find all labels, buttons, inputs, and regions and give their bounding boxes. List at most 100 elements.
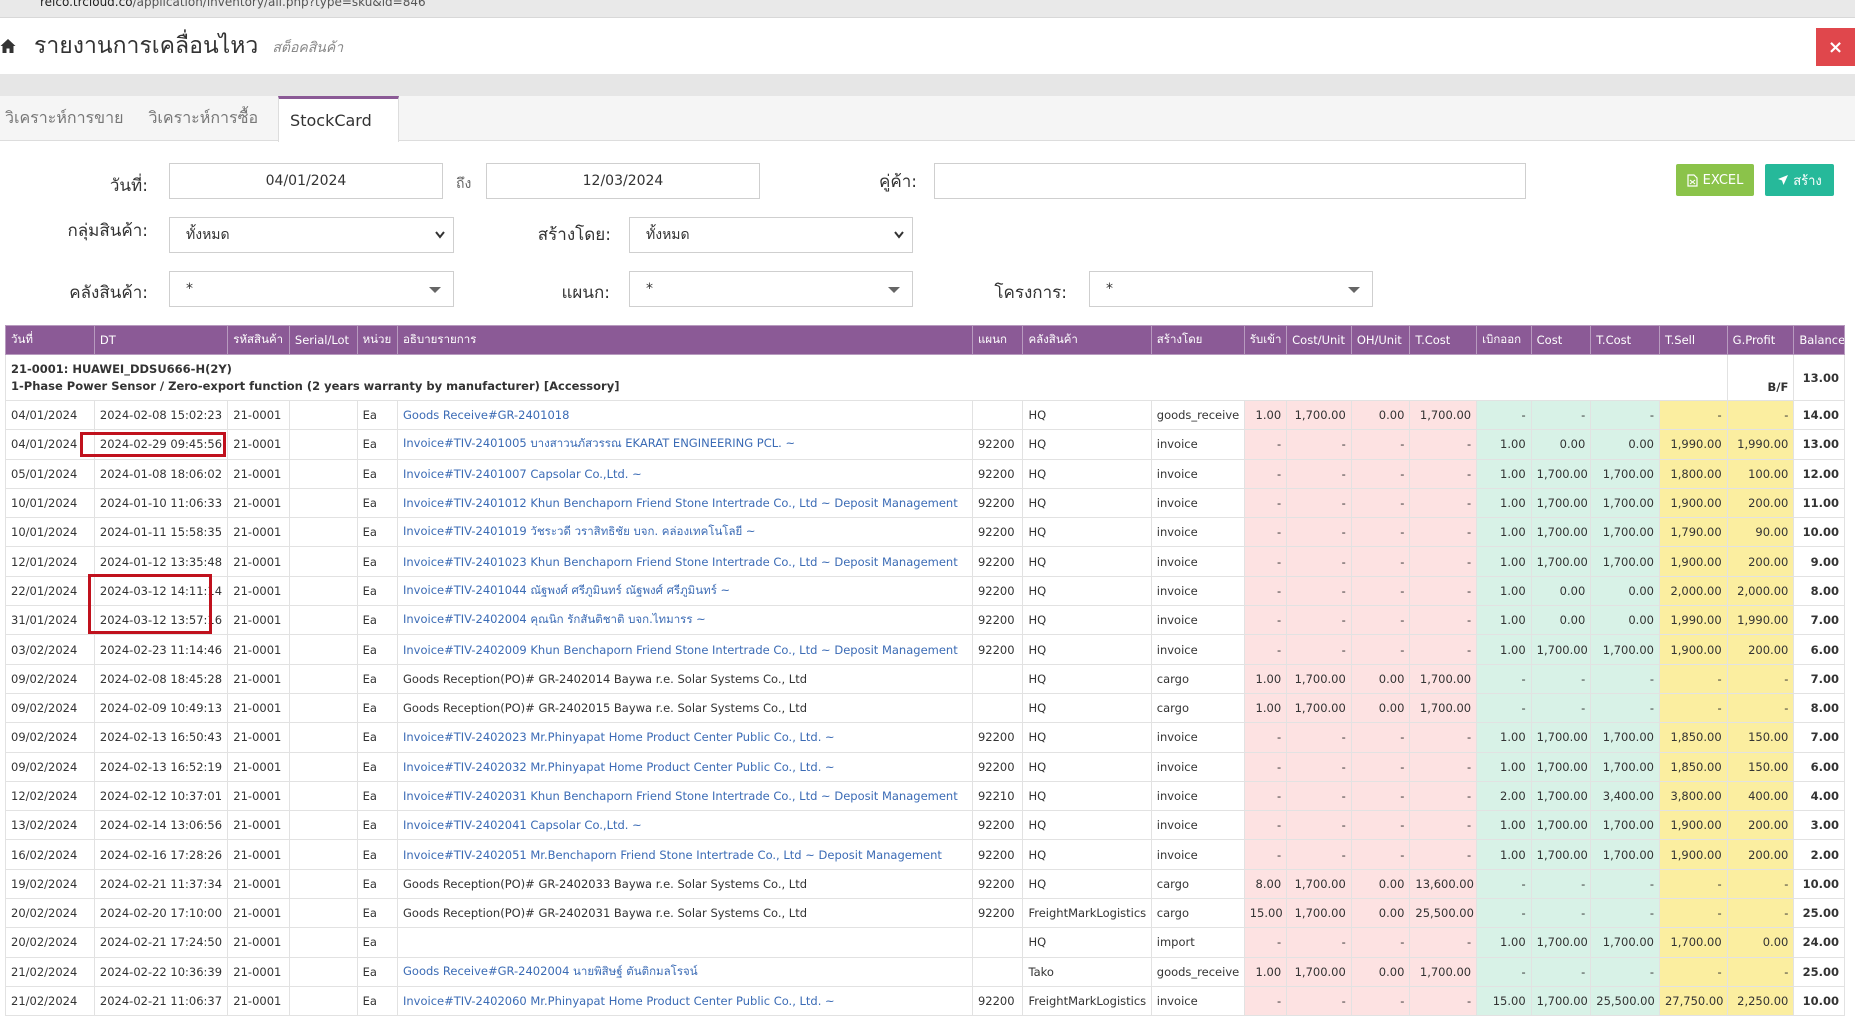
column-header[interactable]: Balance <box>1793 325 1845 355</box>
cell-serial <box>288 575 358 607</box>
cell-oh-unit: 0.00 <box>1350 868 1411 900</box>
cell-dt: 2024-01-12 13:35:48 <box>93 546 229 577</box>
tab-stockcard[interactable]: StockCard <box>278 96 399 142</box>
cell-qty-out: 1.00 <box>1476 517 1532 548</box>
close-button[interactable]: × <box>1816 28 1855 66</box>
date-from-input[interactable]: 04/01/2024 <box>169 163 443 199</box>
cell-g-profit: 200.00 <box>1726 546 1795 577</box>
document-link[interactable]: Invoice#TIV-2402051 Mr.Benchaporn Friend… <box>403 848 942 862</box>
warehouse-label: คลังสินค้า: <box>69 283 148 303</box>
document-link[interactable]: Invoice#TIV-2401019 วัชระวดี วราสิทธิชัย… <box>403 524 756 538</box>
document-link[interactable]: Invoice#TIV-2402041 Capsolar Co.,Ltd. ~ <box>403 818 642 832</box>
cell-t-cost-out: 1,700.00 <box>1590 839 1660 870</box>
cell-t-cost-in: - <box>1409 517 1478 548</box>
column-header[interactable]: วันที่ <box>5 325 95 355</box>
document-link[interactable]: Invoice#TIV-2402060 Mr.Phinyapat Home Pr… <box>403 994 835 1008</box>
table-row: 10/01/2024 2024-01-10 11:06:33 21-0001 Ea In… <box>5 487 1845 519</box>
cell-t-cost-out: 1,700.00 <box>1590 927 1660 958</box>
document-link[interactable]: Goods Receive#GR-2402004 นายพิสิษฐ์ ตันต… <box>403 964 698 978</box>
cell-cost-unit: - <box>1286 605 1352 636</box>
cell-cost-out: 1,700.00 <box>1530 751 1592 782</box>
department-select[interactable]: * <box>629 271 913 307</box>
tab-purchase-analysis[interactable]: วิเคราะห์การซื้อ <box>143 96 278 141</box>
column-header[interactable]: เบิกออก <box>1476 325 1532 355</box>
browser-url-bar[interactable]: reico.trcloud.co/application/inventory/a… <box>0 0 1855 18</box>
excel-button[interactable]: EXCEL <box>1676 164 1754 196</box>
cell-cost-unit: 1,700.00 <box>1286 898 1352 929</box>
cell-cost-out: 0.00 <box>1530 429 1592 460</box>
cell-cost-out: - <box>1530 868 1592 900</box>
cell-sku: 21-0001 <box>227 429 290 460</box>
cell-t-cost-in: 13,600.00 <box>1409 868 1478 900</box>
created-by-select[interactable]: ทั้งหมด <box>629 217 913 253</box>
cell-qty-out: - <box>1476 956 1532 987</box>
document-link[interactable]: Goods Receive#GR-2401018 <box>403 408 569 422</box>
column-header[interactable]: T.Sell <box>1658 325 1728 355</box>
product-group-cell: 21-0001: HUAWEI_DDSU666-H(2Y) 1-Phase Po… <box>5 354 1728 401</box>
column-header[interactable]: หน่วย <box>356 325 399 355</box>
column-header[interactable]: T.Cost <box>1590 325 1660 355</box>
cell-cost-unit: - <box>1286 985 1352 1016</box>
cell-t-cost-in: - <box>1409 575 1478 607</box>
cell-qty-out: 1.00 <box>1476 722 1532 753</box>
column-header[interactable]: T.Cost <box>1409 325 1478 355</box>
home-icon[interactable] <box>0 38 16 54</box>
column-header[interactable]: คลังสินค้า <box>1022 325 1152 355</box>
cell-created-by: cargo <box>1150 898 1245 929</box>
document-link[interactable]: Invoice#TIV-2402009 Khun Benchaporn Frie… <box>403 643 958 657</box>
column-header[interactable]: รหัสสินค้า <box>227 325 290 355</box>
cell-g-profit: 2,000.00 <box>1726 575 1795 607</box>
column-header[interactable]: รับเข้า <box>1243 325 1288 355</box>
column-header[interactable]: G.Profit <box>1726 325 1795 355</box>
document-link[interactable]: Invoice#TIV-2402004 คุณนิก รักสันติชาติ … <box>403 612 706 626</box>
document-link[interactable]: Invoice#TIV-2401012 Khun Benchaporn Frie… <box>403 496 958 510</box>
document-link[interactable]: Invoice#TIV-2402031 Khun Benchaporn Frie… <box>403 789 958 803</box>
cell-serial <box>288 927 358 958</box>
create-button[interactable]: สร้าง <box>1765 164 1834 196</box>
cell-unit: Ea <box>356 927 399 958</box>
cell-sku: 21-0001 <box>227 575 290 607</box>
cell-unit: Ea <box>356 985 399 1016</box>
cell-dt: 2024-03-12 14:11:14 <box>93 575 229 607</box>
document-link[interactable]: Invoice#TIV-2401007 Capsolar Co.,Ltd. ~ <box>403 467 642 481</box>
column-header[interactable]: DT <box>93 325 229 355</box>
cell-t-cost-in: - <box>1409 458 1478 489</box>
partner-input[interactable] <box>934 163 1526 199</box>
cell-qty-out: 1.00 <box>1476 751 1532 782</box>
product-group-select[interactable]: ทั้งหมด <box>169 217 454 253</box>
cell-description: Invoice#TIV-2402023 Mr.Phinyapat Home Pr… <box>397 722 973 753</box>
table-row: 13/02/2024 2024-02-14 13:06:56 21-0001 Ea In… <box>5 810 1845 841</box>
table-row: 04/01/2024 2024-02-29 09:45:56 21-0001 Ea In… <box>5 429 1845 460</box>
column-header[interactable]: สร้างโดย <box>1150 325 1245 355</box>
column-header[interactable]: Cost/Unit <box>1286 325 1352 355</box>
product-group-label: กลุ่มสินค้า: <box>67 221 148 241</box>
cell-qty-in: 1.00 <box>1243 956 1288 987</box>
tab-sales-analysis[interactable]: วิเคราะห์การขาย <box>0 96 143 141</box>
cell-t-sell: 1,900.00 <box>1658 810 1728 841</box>
cell-qty-in: - <box>1243 839 1288 870</box>
cell-qty-in: - <box>1243 927 1288 958</box>
column-header[interactable]: แผนก <box>971 325 1024 355</box>
document-link[interactable]: Invoice#TIV-2401023 Khun Benchaporn Frie… <box>403 555 958 569</box>
document-link[interactable]: Invoice#TIV-2402023 Mr.Phinyapat Home Pr… <box>403 730 835 744</box>
document-link[interactable]: Invoice#TIV-2401044 ณัฐพงศ์ ศรีภูมินทร์ … <box>403 583 730 597</box>
document-link[interactable]: Invoice#TIV-2401005 บางสาวนภัสวรรณ EKARA… <box>403 436 795 450</box>
column-header[interactable]: อธิบายรายการ <box>397 325 973 355</box>
project-select[interactable]: * <box>1089 271 1373 307</box>
column-header[interactable]: Serial/Lot <box>288 325 358 355</box>
column-header[interactable]: Cost <box>1530 325 1592 355</box>
document-link[interactable]: Invoice#TIV-2402032 Mr.Phinyapat Home Pr… <box>403 760 835 774</box>
date-to-input[interactable]: 12/03/2024 <box>486 163 760 199</box>
cell-cost-unit: - <box>1286 810 1352 841</box>
cell-created-by: invoice <box>1150 575 1245 607</box>
cell-department: 92200 <box>971 898 1024 929</box>
cell-warehouse: HQ <box>1022 663 1152 694</box>
cell-balance: 6.00 <box>1793 634 1845 665</box>
cell-date: 04/01/2024 <box>5 399 95 431</box>
cell-dt: 2024-01-11 15:58:35 <box>93 517 229 548</box>
partner-label: คู่ค้า: <box>878 172 917 192</box>
warehouse-select[interactable]: * <box>169 271 454 307</box>
cell-t-cost-out: - <box>1590 898 1660 929</box>
cell-department: 92200 <box>971 839 1024 870</box>
column-header[interactable]: OH/Unit <box>1350 325 1411 355</box>
